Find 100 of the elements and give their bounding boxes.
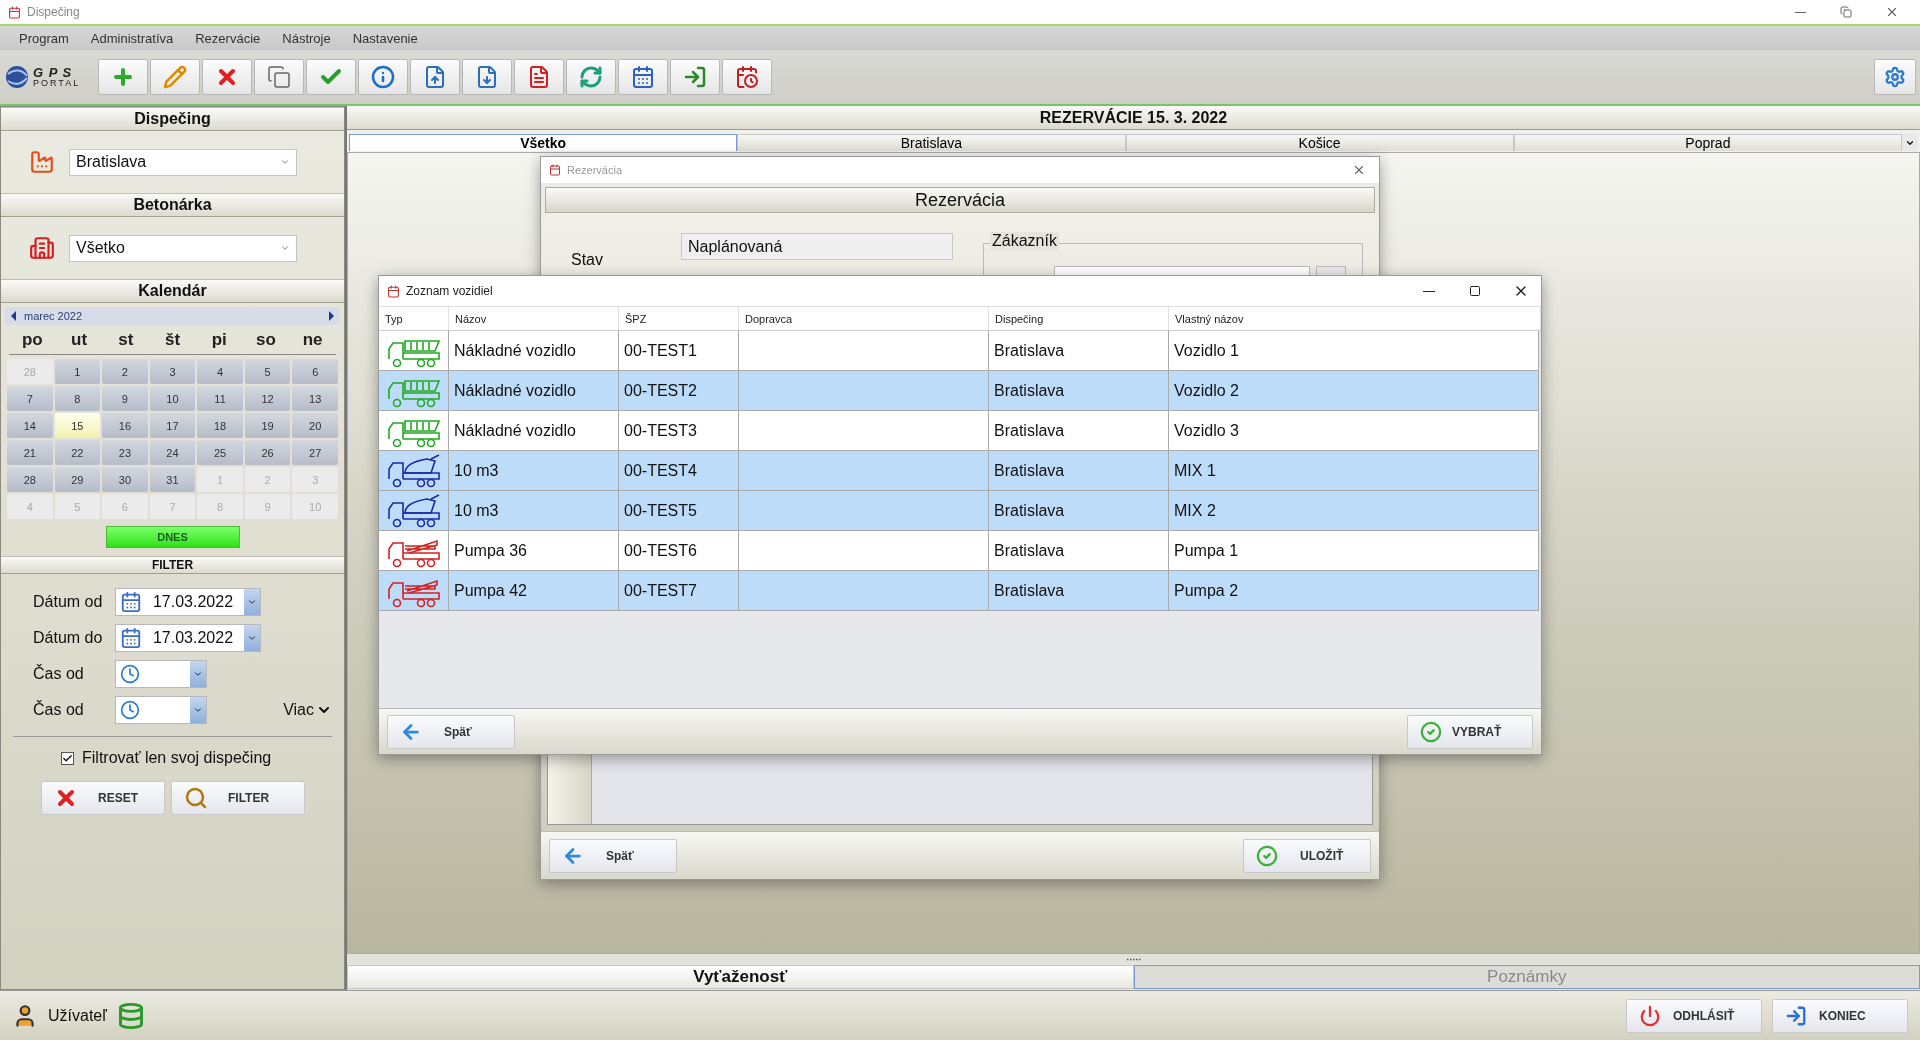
toolbar-button[interactable] [566, 59, 616, 95]
column-header[interactable]: Typ [379, 307, 449, 330]
calendar-day[interactable]: 23 [102, 440, 148, 465]
calendar-day[interactable]: 22 [54, 440, 101, 465]
toolbar-button[interactable] [514, 59, 564, 95]
calendar-day[interactable]: 18 [197, 413, 243, 438]
toolbar-button[interactable] [306, 59, 356, 95]
toolbar-button[interactable] [254, 59, 304, 95]
column-header[interactable]: ŠPZ [619, 307, 739, 330]
calendar-day[interactable]: 14 [7, 413, 53, 438]
calendar-icon [120, 627, 142, 649]
date-field[interactable]: 17.03.2022 [115, 588, 261, 616]
calendar-day[interactable]: 2 [102, 359, 148, 384]
calendar-day[interactable]: 8 [54, 386, 101, 411]
table-row[interactable]: Nákladné vozidlo 00-TEST1 Bratislava Vozidlo 1 [379, 331, 1539, 371]
minimize-icon [1794, 11, 1806, 13]
tab[interactable]: Košice [1125, 134, 1514, 151]
toolbar-button[interactable] [722, 59, 772, 95]
calendar-day[interactable]: 4 [197, 359, 243, 384]
calendar-day[interactable]: 5 [244, 359, 291, 384]
copy-icon [267, 65, 291, 89]
toolbar-button[interactable] [618, 59, 668, 95]
reset-button[interactable]: RESET [41, 781, 165, 815]
database-icon [116, 1001, 145, 1030]
next-month-button[interactable] [329, 311, 334, 321]
tab[interactable]: Všetko [349, 134, 738, 151]
calendar-day[interactable]: 19 [244, 413, 291, 438]
filter-button[interactable]: FILTER [171, 781, 305, 815]
calendar-day[interactable]: 15 [54, 413, 101, 438]
calendar-day[interactable]: 16 [102, 413, 148, 438]
column-header[interactable]: Dopravca [739, 307, 989, 330]
calendar-day[interactable]: 20 [292, 413, 338, 438]
calendar-day[interactable]: 17 [149, 413, 196, 438]
table-row[interactable]: Nákladné vozidlo 00-TEST3 Bratislava Vozidlo 3 [379, 411, 1539, 451]
calendar-day[interactable]: 24 [149, 440, 196, 465]
tab-menu-button[interactable] [1902, 134, 1918, 151]
calendar-day[interactable]: 12 [244, 386, 291, 411]
menu-item[interactable]: Nástroje [271, 28, 342, 48]
column-header[interactable]: Názov [449, 307, 619, 330]
menu-item[interactable]: Rezervácie [184, 28, 272, 48]
calendar-day[interactable]: 29 [54, 467, 101, 492]
plant-dropdown[interactable]: Všetko [69, 234, 297, 262]
calendar-day[interactable]: 3 [149, 359, 196, 384]
calendar-day[interactable]: 11 [197, 386, 243, 411]
toolbar-button[interactable] [462, 59, 512, 95]
calendar-day[interactable]: 25 [197, 440, 243, 465]
back-button[interactable]: Späť [387, 714, 515, 749]
menu-item[interactable]: Administratíva [79, 28, 185, 48]
time-field[interactable] [115, 696, 207, 724]
time-field[interactable] [115, 660, 207, 688]
select-button[interactable]: VYBRAŤ [1407, 714, 1533, 749]
splitter-grip-icon[interactable] [1125, 957, 1142, 961]
toolbar-button[interactable] [358, 59, 408, 95]
tab[interactable]: Vyťaženosť [347, 965, 1134, 989]
more-link[interactable]: Viac [283, 701, 332, 719]
calendar-day[interactable]: 28 [7, 467, 53, 492]
table-row[interactable]: Pumpa 42 00-TEST7 Bratislava Pumpa 2 [379, 571, 1539, 611]
table-row[interactable]: 10 m3 00-TEST4 Bratislava MIX 1 [379, 451, 1539, 491]
calendar-icon [8, 5, 21, 19]
table-cell: Nákladné vozidlo [449, 331, 619, 370]
tab[interactable]: Bratislava [737, 134, 1126, 151]
column-header[interactable]: Vlastný názov [1169, 307, 1541, 330]
logout-button[interactable]: ODHLÁSIŤ [1626, 998, 1762, 1033]
menu-item[interactable]: Program [8, 28, 80, 48]
back-button[interactable]: Späť [549, 838, 677, 873]
exit-button[interactable]: KONIEC [1772, 998, 1908, 1033]
previous-month-button[interactable] [11, 311, 16, 321]
today-button[interactable]: DNES [105, 526, 240, 548]
check-circle-icon [1256, 844, 1278, 867]
calendar-day[interactable]: 26 [244, 440, 291, 465]
toolbar-button[interactable] [670, 59, 720, 95]
table-row[interactable]: 10 m3 00-TEST5 Bratislava MIX 2 [379, 491, 1539, 531]
calendar-day[interactable]: 31 [149, 467, 196, 492]
table-row[interactable]: Nákladné vozidlo 00-TEST2 Bratislava Vozidlo 2 [379, 371, 1539, 411]
toolbar-button[interactable] [202, 59, 252, 95]
calendar-day[interactable]: 27 [292, 440, 338, 465]
plant-icon [29, 235, 55, 261]
toolbar-button[interactable] [98, 59, 148, 95]
calendar-day[interactable]: 9 [102, 386, 148, 411]
calendar-day[interactable]: 10 [149, 386, 196, 411]
checkbox-label: Filtrovať len svoj dispečing [82, 749, 272, 767]
column-header[interactable]: Dispečing [989, 307, 1169, 330]
calendar-day[interactable]: 1 [54, 359, 101, 384]
calendar-day[interactable]: 6 [292, 359, 338, 384]
dispatch-dropdown[interactable]: Bratislava [69, 148, 297, 176]
menu-item[interactable]: Nastavenie [341, 28, 429, 48]
table-cell: 00-TEST3 [619, 411, 739, 450]
save-button[interactable]: ULOŽIŤ [1243, 838, 1371, 873]
toolbar-button[interactable] [410, 59, 460, 95]
table-row[interactable]: Pumpa 36 00-TEST6 Bratislava Pumpa 1 [379, 531, 1539, 571]
date-field[interactable]: 17.03.2022 [115, 624, 261, 652]
settings-button[interactable] [1874, 59, 1916, 95]
calendar-day[interactable]: 7 [7, 386, 53, 411]
toolbar-button[interactable] [150, 59, 200, 95]
calendar-day[interactable]: 30 [102, 467, 148, 492]
tab[interactable]: Poprad [1513, 134, 1902, 151]
calendar-day[interactable]: 13 [292, 386, 338, 411]
checkbox[interactable] [61, 751, 74, 765]
field-label: Dátum od [33, 593, 104, 611]
calendar-day[interactable]: 21 [7, 440, 53, 465]
